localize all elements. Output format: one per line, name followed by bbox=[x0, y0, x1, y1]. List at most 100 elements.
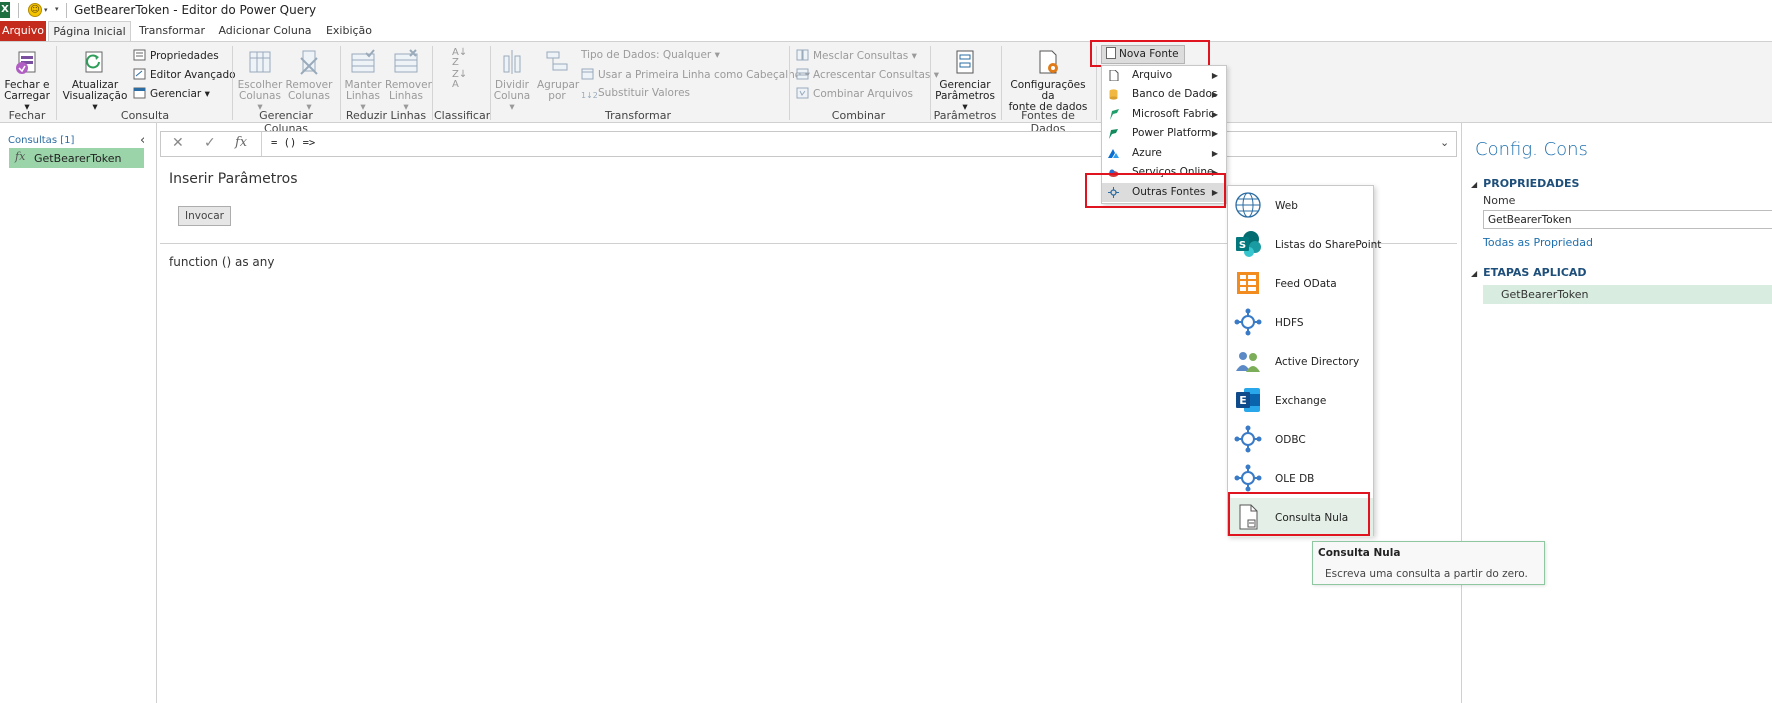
submenu-item-hdfs[interactable]: HDFS bbox=[1228, 303, 1373, 342]
split-column-button[interactable]: Dividir Coluna ▾ bbox=[493, 48, 531, 113]
replace-values-button[interactable]: 1↓2Substituir Valores bbox=[581, 87, 690, 103]
query-name-input[interactable]: GetBearerToken bbox=[1483, 210, 1772, 229]
submenu-item-odata[interactable]: Feed OData bbox=[1228, 264, 1373, 303]
sort-descending-icon[interactable]: Z↓ A bbox=[452, 70, 467, 90]
split-column-icon bbox=[503, 50, 521, 74]
formula-bar: ✕ ✓ fx = () => ⌄ bbox=[160, 131, 1457, 157]
group-separator bbox=[340, 46, 341, 120]
menu-item-banco-de-dados[interactable]: Banco de Dados ▶ bbox=[1102, 85, 1226, 104]
replace-values-icon: 1↓2 bbox=[581, 91, 598, 100]
group-separator bbox=[232, 46, 233, 120]
tooltip: Consulta Nula Escreva uma consulta a par… bbox=[1312, 541, 1545, 585]
sort-ascending-icon[interactable]: A↓ Z bbox=[452, 48, 467, 68]
submenu-item-web[interactable]: Web bbox=[1228, 186, 1373, 225]
properties-button[interactable]: Propriedades bbox=[133, 49, 219, 62]
submenu-arrow-icon: ▶ bbox=[1211, 129, 1218, 138]
settings-title: Config. Cons bbox=[1475, 139, 1588, 160]
power-platform-icon bbox=[1109, 129, 1118, 139]
choose-columns-button[interactable]: Escolher Colunas ▾ bbox=[236, 48, 284, 113]
smiley-feedback-icon[interactable]: ☺ bbox=[28, 3, 42, 17]
collapse-pane-icon[interactable]: ‹ bbox=[140, 133, 145, 148]
group-by-icon bbox=[546, 51, 568, 71]
title-bar: X ☺ ▾ ▾ GetBearerToken - Editor do Power… bbox=[0, 0, 1772, 21]
collapse-triangle-icon: ◢ bbox=[1471, 180, 1478, 189]
refresh-preview-button[interactable]: Atualizar Visualização ▾ bbox=[62, 48, 128, 113]
expand-formula-icon[interactable]: ⌄ bbox=[1440, 136, 1449, 149]
tab-transformar[interactable]: Transformar bbox=[136, 21, 208, 41]
highlight-box-consulta-nula bbox=[1228, 492, 1370, 536]
remove-rows-button[interactable]: Remover Linhas ▾ bbox=[385, 48, 432, 113]
data-source-settings-icon bbox=[1039, 50, 1058, 74]
keep-rows-button[interactable]: Manter Linhas ▾ bbox=[343, 48, 383, 113]
data-type-dropdown[interactable]: Tipo de Dados: Qualquer ▾ bbox=[581, 49, 720, 61]
group-separator bbox=[432, 46, 433, 120]
merge-icon bbox=[796, 49, 809, 61]
advanced-editor-button[interactable]: Editor Avançado bbox=[133, 68, 236, 81]
menu-item-power-platform[interactable]: Power Platform ▶ bbox=[1102, 124, 1226, 143]
properties-section[interactable]: ◢ PROPRIEDADES bbox=[1471, 177, 1579, 190]
tab-exibicao[interactable]: Exibição bbox=[322, 21, 376, 41]
use-first-row-headers-button[interactable]: Usar a Primeira Linha como Cabeçalho ▾ bbox=[581, 68, 810, 81]
highlight-box-nova-fonte bbox=[1090, 40, 1210, 67]
append-queries-button[interactable]: Acrescentar Consultas ▾ bbox=[796, 68, 939, 81]
cancel-formula-icon[interactable]: ✕ bbox=[172, 135, 184, 151]
submenu-arrow-icon: ▶ bbox=[1211, 71, 1218, 80]
tooltip-description: Escreva uma consulta a partir do zero. bbox=[1325, 568, 1528, 580]
commit-formula-icon[interactable]: ✓ bbox=[204, 135, 216, 151]
queries-header: Consultas [1] bbox=[8, 135, 75, 146]
remove-columns-button[interactable]: Remover Colunas ▾ bbox=[285, 48, 333, 113]
formula-input[interactable]: = () => bbox=[271, 137, 315, 149]
fabric-icon bbox=[1110, 109, 1119, 120]
main-title: Inserir Parâmetros bbox=[169, 171, 298, 187]
tab-adicionar-coluna[interactable]: Adicionar Coluna bbox=[218, 21, 312, 41]
users-icon bbox=[1236, 352, 1260, 372]
query-item-getbearertoken[interactable]: fx GetBearerToken bbox=[9, 148, 144, 168]
group-separator bbox=[789, 46, 790, 120]
advanced-editor-icon bbox=[133, 68, 146, 80]
refresh-icon bbox=[85, 51, 103, 73]
submenu-item-sharepoint[interactable]: S Listas do SharePoint bbox=[1228, 225, 1381, 264]
submenu-item-active-directory[interactable]: Active Directory bbox=[1228, 342, 1373, 381]
tab-arquivo[interactable]: Arquivo bbox=[0, 21, 46, 41]
applied-step-item[interactable]: GetBearerToken bbox=[1483, 285, 1772, 304]
menu-item-arquivo[interactable]: Arquivo ▶ bbox=[1102, 66, 1226, 85]
group-label-parametros: Parâmetros bbox=[933, 109, 997, 122]
choose-columns-icon bbox=[249, 51, 271, 73]
close-and-load-button[interactable]: Fechar e Carregar ▾ bbox=[2, 48, 52, 113]
all-properties-link[interactable]: Todas as Propriedad bbox=[1483, 236, 1593, 249]
highlight-box-outras-fontes bbox=[1085, 173, 1226, 208]
submenu-item-odbc[interactable]: ODBC bbox=[1228, 420, 1373, 459]
data-source-settings-button[interactable]: Configurações da fonte de dados bbox=[1005, 48, 1091, 113]
feedback-dropdown-icon[interactable]: ▾ bbox=[44, 6, 48, 14]
submenu-arrow-icon: ▶ bbox=[1211, 149, 1218, 158]
merge-queries-button[interactable]: Mesclar Consultas ▾ bbox=[796, 49, 917, 62]
globe-icon bbox=[1235, 192, 1261, 218]
invoke-button[interactable]: Invocar bbox=[178, 206, 231, 226]
fx-icon[interactable]: fx bbox=[235, 135, 247, 150]
group-label-fechar: Fechar bbox=[8, 109, 46, 122]
separator bbox=[18, 3, 19, 18]
manage-button[interactable]: Gerenciar ▾ bbox=[133, 87, 210, 100]
collapse-triangle-icon: ◢ bbox=[1471, 269, 1478, 278]
queries-pane: Consultas [1] ‹ fx GetBearerToken bbox=[0, 123, 157, 703]
quick-access-customize-icon[interactable]: ▾ bbox=[55, 5, 59, 13]
menu-item-azure[interactable]: Azure ▶ bbox=[1102, 144, 1226, 163]
combine-files-button[interactable]: Combinar Arquivos bbox=[796, 87, 913, 100]
ribbon: Fechar e Carregar ▾ Fechar Atualizar Vis… bbox=[0, 41, 1772, 135]
group-label-transformar: Transformar bbox=[605, 109, 671, 122]
name-label: Nome bbox=[1483, 194, 1516, 207]
separator bbox=[66, 3, 67, 18]
group-separator bbox=[930, 46, 931, 120]
group-label-combinar: Combinar bbox=[831, 109, 886, 122]
ribbon-tabs: Arquivo Página Inicial Transformar Adici… bbox=[0, 21, 1772, 41]
group-by-button[interactable]: Agrupar por bbox=[537, 48, 579, 102]
separator bbox=[261, 132, 262, 156]
submenu-item-exchange[interactable]: E Exchange bbox=[1228, 381, 1373, 420]
group-label-consulta: Consulta bbox=[120, 109, 170, 122]
parameters-icon bbox=[956, 50, 974, 74]
manage-parameters-button[interactable]: Gerenciar Parâmetros ▾ bbox=[934, 48, 996, 113]
menu-item-microsoft-fabric[interactable]: Microsoft Fabric ▶ bbox=[1102, 105, 1226, 124]
remove-columns-icon bbox=[300, 50, 318, 75]
applied-steps-section[interactable]: ◢ ETAPAS APLICAD bbox=[1471, 266, 1587, 279]
tab-pagina-inicial[interactable]: Página Inicial bbox=[48, 21, 131, 41]
